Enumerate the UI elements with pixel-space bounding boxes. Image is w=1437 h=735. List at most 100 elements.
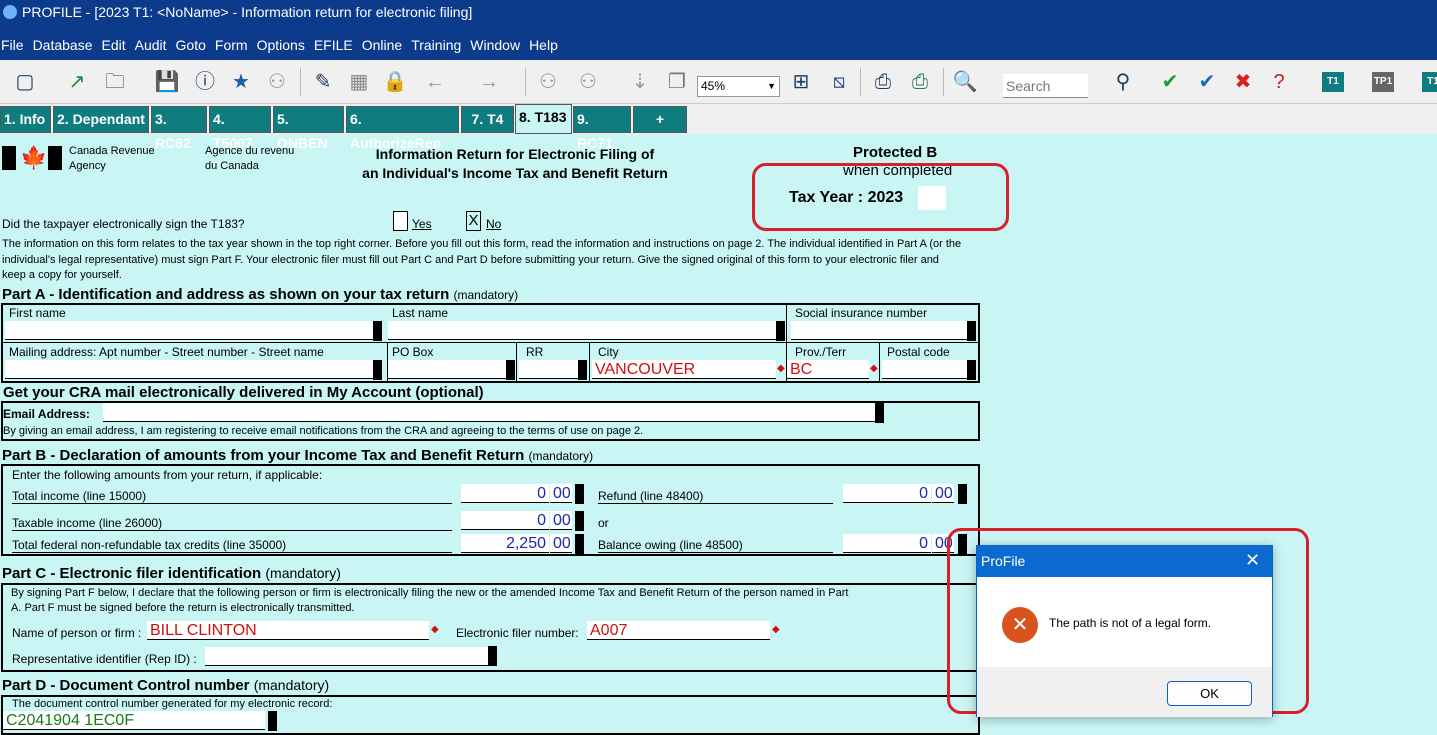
- tab-dependant[interactable]: 2. Dependant: [53, 106, 149, 133]
- part-b-intro: Enter the following amounts from your re…: [12, 468, 323, 482]
- yes-label: Yes: [412, 217, 432, 231]
- check-green-icon[interactable]: ✔: [1155, 68, 1185, 96]
- title-bar: PROFILE - [2023 T1: <NoName> - Informati…: [0, 0, 1437, 30]
- last-name-label: Last name: [392, 306, 449, 320]
- name-firm-field[interactable]: BILL CLINTON: [147, 621, 429, 640]
- person-icon[interactable]: ⚇: [533, 68, 563, 96]
- part-c-title: Part C - Electronic filer identification…: [2, 565, 341, 582]
- email-consent: By giving an email address, I am registe…: [3, 425, 644, 437]
- print-queue-icon[interactable]: ⎙: [905, 68, 935, 96]
- sin-field[interactable]: [791, 321, 967, 340]
- info-icon[interactable]: ⓘ: [190, 68, 220, 96]
- refund-field[interactable]: 0: [843, 484, 931, 503]
- t1-icon[interactable]: T1: [1422, 72, 1437, 92]
- users-icon[interactable]: ⚇: [262, 68, 292, 96]
- menu-audit[interactable]: Audit: [135, 37, 167, 53]
- dialog-message: The path is not of a legal form.: [1049, 616, 1212, 630]
- tab-onben[interactable]: 5. ONBEN: [273, 106, 344, 151]
- rr-field[interactable]: [519, 360, 578, 379]
- edit-icon[interactable]: ✎: [308, 68, 338, 96]
- search-input[interactable]: Search: [1003, 74, 1088, 98]
- email-field[interactable]: [103, 403, 875, 422]
- merge-icon[interactable]: ⇣: [625, 68, 655, 96]
- taxable-income-label: Taxable income (line 26000): [12, 516, 452, 531]
- email-label: Email Address:: [3, 407, 90, 421]
- prov-field[interactable]: BC: [787, 360, 869, 379]
- cross-icon[interactable]: ✖: [1228, 68, 1258, 96]
- resize-icon[interactable]: ⧅: [824, 68, 854, 96]
- audit-search-icon[interactable]: ⚲: [1108, 68, 1138, 96]
- menu-online[interactable]: Online: [362, 37, 402, 53]
- forward-arrow-icon[interactable]: →: [474, 68, 504, 96]
- menu-edit[interactable]: Edit: [102, 37, 126, 53]
- tp1-icon[interactable]: TP1: [1372, 72, 1394, 92]
- menu-efile[interactable]: EFILE: [314, 37, 353, 53]
- protected-label: Protected B: [853, 144, 938, 161]
- zoom-select[interactable]: 45% ▼: [697, 76, 780, 97]
- tab-add[interactable]: +: [633, 106, 687, 133]
- postal-code-field[interactable]: [882, 360, 967, 379]
- family-icon[interactable]: ⚇: [573, 68, 603, 96]
- yes-checkbox[interactable]: [393, 211, 408, 231]
- star-icon[interactable]: ★: [226, 68, 256, 96]
- dialog-title-bar: ProFile: [977, 546, 1272, 577]
- efiler-label: Electronic filer number:: [456, 626, 579, 640]
- tab-authorizerep[interactable]: 6. AuthorizeRep: [346, 106, 459, 151]
- print-icon[interactable]: ⎙: [868, 68, 898, 96]
- rr-label: RR: [526, 345, 544, 359]
- menu-database[interactable]: Database: [33, 37, 93, 53]
- open-file-icon[interactable]: ↗: [62, 68, 92, 96]
- no-checkbox[interactable]: X: [466, 211, 481, 231]
- menu-help[interactable]: Help: [529, 37, 558, 53]
- menu-bar: File Database Edit Audit Goto Form Options EFIL…: [0, 30, 1437, 60]
- mailing-address-label: Mailing address: Apt number - Street num…: [9, 345, 324, 359]
- po-box-field[interactable]: [388, 360, 506, 379]
- intro-text: The information on this form relates to …: [2, 238, 962, 281]
- open-folder-icon[interactable]: 🗀: [100, 68, 130, 96]
- menu-training[interactable]: Training: [411, 37, 461, 53]
- tab-rc62[interactable]: 3. RC62: [151, 106, 207, 151]
- lock-icon[interactable]: 🔒: [380, 68, 410, 96]
- total-income-field[interactable]: 0: [461, 484, 549, 503]
- or-label: or: [598, 516, 609, 530]
- form-title: Information Return for Electronic Filing…: [362, 146, 668, 181]
- field-marker: [373, 321, 382, 341]
- credits-field[interactable]: 2,250: [461, 534, 549, 553]
- tab-rc71[interactable]: 9. RC71: [573, 106, 631, 151]
- menu-form[interactable]: Form: [215, 37, 248, 53]
- postal-label: Postal code: [887, 345, 950, 359]
- po-box-label: PO Box: [392, 345, 434, 359]
- efiler-number-field[interactable]: A007: [587, 621, 770, 640]
- grid-icon[interactable]: ⊞: [786, 68, 816, 96]
- tab-t183[interactable]: 8. T183: [515, 104, 572, 134]
- close-icon[interactable]: ✕: [1245, 550, 1260, 571]
- new-file-icon[interactable]: ▢: [10, 68, 40, 96]
- ok-button[interactable]: OK: [1167, 681, 1252, 706]
- save-icon[interactable]: 💾: [152, 68, 182, 96]
- preview-icon[interactable]: 🔍: [950, 68, 980, 96]
- dcn-field[interactable]: C2041904 1EC0F: [3, 711, 265, 730]
- tab-t5007[interactable]: 4. T5007: [209, 106, 271, 151]
- rep-id-label: Representative identifier (Rep ID) :: [12, 652, 197, 666]
- city-field[interactable]: VANCOUVER: [592, 360, 776, 379]
- menu-goto[interactable]: Goto: [176, 37, 206, 53]
- taxable-income-field[interactable]: 0: [461, 511, 549, 530]
- rep-id-field[interactable]: [205, 647, 488, 666]
- menu-options[interactable]: Options: [257, 37, 305, 53]
- tab-t4[interactable]: 7. T4: [461, 106, 514, 133]
- menu-window[interactable]: Window: [470, 37, 520, 53]
- last-name-field[interactable]: [388, 321, 776, 340]
- part-b-title: Part B - Declaration of amounts from you…: [2, 447, 594, 464]
- calculator-icon[interactable]: ▦: [344, 68, 374, 96]
- check-blue-icon[interactable]: ✔: [1192, 68, 1222, 96]
- menu-file[interactable]: File: [1, 37, 24, 53]
- copy-icon[interactable]: ❐: [662, 68, 692, 96]
- back-arrow-icon[interactable]: ←: [420, 68, 450, 96]
- first-name-field[interactable]: [5, 321, 373, 340]
- balance-field[interactable]: 0: [843, 534, 931, 553]
- help-icon[interactable]: ?: [1264, 68, 1294, 96]
- mailing-address-field[interactable]: [5, 360, 373, 379]
- t1-icon[interactable]: T1: [1322, 72, 1344, 92]
- tab-info[interactable]: 1. Info: [0, 106, 51, 133]
- prov-label: Prov./Terr: [795, 345, 847, 359]
